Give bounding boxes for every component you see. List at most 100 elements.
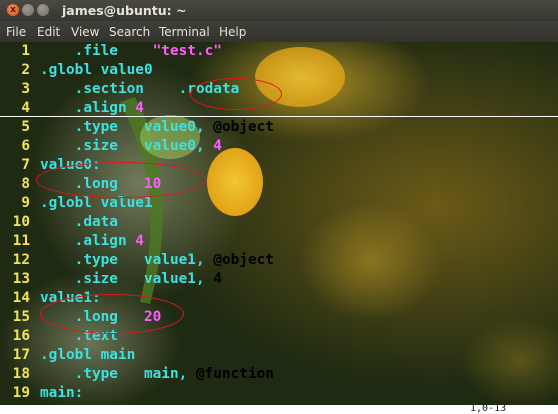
- code-token: "test.c": [152, 43, 222, 59]
- line-number: 9: [21, 195, 30, 211]
- code-text: .size value1, 4: [40, 270, 222, 289]
- code-text: .file "test.c": [40, 42, 222, 61]
- code-token: .file: [74, 43, 118, 59]
- cursor-position: 1,0-13: [470, 403, 507, 414]
- code-token: 4: [126, 233, 144, 249]
- code-token: .align: [74, 100, 127, 116]
- minimize-window-button[interactable]: [22, 4, 34, 16]
- code-token: main,: [117, 366, 196, 382]
- menu-view[interactable]: View: [71, 25, 99, 39]
- window-title: james@ubuntu: ~: [62, 3, 187, 18]
- line-number: 15: [12, 309, 30, 325]
- terminal-content[interactable]: 1 .file "test.c" 2 .globl value0 3 .section…: [0, 42, 558, 405]
- annotation-oval-rodata: [190, 78, 282, 110]
- maximize-window-button[interactable]: [37, 4, 49, 16]
- code-text: .globl main: [40, 346, 135, 365]
- code-token: .globl: [40, 195, 92, 211]
- title-bar[interactable]: x james@ubuntu: ~: [0, 0, 558, 21]
- menu-help[interactable]: Help: [219, 25, 246, 39]
- line-number: 8: [21, 176, 30, 192]
- code-token: main:: [40, 385, 84, 401]
- code-token: 4: [213, 138, 222, 154]
- line-number: 4: [21, 100, 30, 116]
- menu-bar: File Edit View Search Terminal Help: [0, 21, 558, 42]
- line-number: 10: [12, 214, 30, 230]
- code-text: .align 4: [40, 232, 144, 251]
- code-text: main:: [40, 384, 83, 403]
- close-window-button[interactable]: x: [7, 4, 19, 16]
- line-number: 3: [21, 81, 30, 97]
- line-number: 14: [12, 290, 30, 306]
- line-number: 17: [12, 347, 30, 363]
- code-line: 9 .globl value1: [0, 194, 558, 213]
- line-number: 18: [12, 366, 30, 382]
- line-number: 5: [21, 119, 30, 135]
- line-number: 11: [12, 233, 30, 249]
- menu-edit[interactable]: Edit: [37, 25, 60, 39]
- code-line: 19 main:: [0, 384, 558, 403]
- code-line: 18 .type main, @function: [0, 365, 558, 384]
- code-token: .globl: [40, 62, 92, 78]
- code-text: .align 4: [40, 99, 144, 118]
- menu-terminal[interactable]: Terminal: [159, 25, 210, 39]
- line-number: 19: [12, 385, 30, 401]
- code-token: .globl: [40, 347, 92, 363]
- code-token: @object: [213, 252, 274, 268]
- line-number: 16: [12, 328, 30, 344]
- code-line: 5 .type value0, @object: [0, 118, 558, 137]
- code-token: 4: [213, 271, 222, 287]
- annotation-oval-long-10: [36, 162, 206, 198]
- code-token: .type: [74, 252, 118, 268]
- terminal-window: x james@ubuntu: ~ File Edit View Search …: [0, 0, 558, 405]
- code-token: value0,: [117, 119, 214, 135]
- line-number: 6: [21, 138, 30, 154]
- code-text: .size value0, 4: [40, 137, 222, 156]
- code-token: .data: [74, 214, 118, 230]
- code-line: 12 .type value1, @object: [0, 251, 558, 270]
- code-token: value1,: [117, 252, 214, 268]
- code-token: .align: [74, 233, 127, 249]
- line-number: 13: [12, 271, 30, 287]
- code-token: @function: [195, 366, 274, 382]
- code-line: 1 .file "test.c": [0, 42, 558, 61]
- code-token: value1,: [117, 271, 214, 287]
- code-line: 17 .globl main: [0, 346, 558, 365]
- code-token: 4: [126, 100, 144, 116]
- code-text: .type main, @function: [40, 365, 274, 384]
- line-number: 1: [21, 43, 30, 59]
- code-token: .section: [74, 81, 144, 97]
- code-line: 13 .size value1, 4: [0, 270, 558, 289]
- code-token: value0,: [117, 138, 214, 154]
- menu-search[interactable]: Search: [109, 25, 150, 39]
- line-number: 12: [12, 252, 30, 268]
- annotation-oval-long-20: [40, 294, 184, 334]
- code-token: .size: [74, 138, 118, 154]
- line-number: 7: [21, 157, 30, 173]
- code-token: main: [91, 347, 136, 363]
- menu-file[interactable]: File: [6, 25, 26, 39]
- code-line: 11 .align 4: [0, 232, 558, 251]
- code-text: .type value1, @object: [40, 251, 274, 270]
- code-line: 4 .align 4: [0, 99, 558, 118]
- code-token: .size: [74, 271, 118, 287]
- code-text: .globl value0: [40, 61, 153, 80]
- code-line: 2 .globl value0: [0, 61, 558, 80]
- code-line: 10 .data: [0, 213, 558, 232]
- line-number: 2: [21, 62, 30, 78]
- status-line: 1,0-13: [0, 403, 558, 414]
- code-line: 6 .size value0, 4: [0, 137, 558, 156]
- code-text: .type value0, @object: [40, 118, 274, 137]
